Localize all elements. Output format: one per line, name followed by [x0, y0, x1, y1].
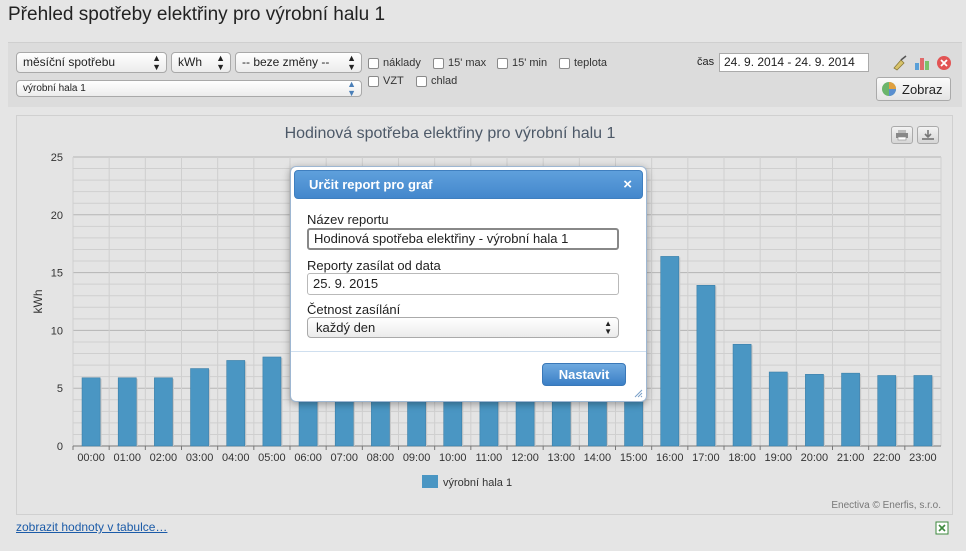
- legend-swatch: [422, 475, 438, 488]
- nastavit-button[interactable]: Nastavit: [542, 363, 626, 386]
- bar: [190, 368, 209, 447]
- y-tick-label: 20: [51, 210, 63, 222]
- x-tick-label: 07:00: [330, 452, 358, 464]
- bar: [696, 285, 716, 447]
- bar: [154, 377, 173, 447]
- x-tick-label: 09:00: [403, 452, 431, 464]
- frequency-select-value: každý den: [316, 320, 376, 335]
- show-table-link[interactable]: zobrazit hodnoty v tabulce…: [16, 520, 167, 534]
- x-tick-label: 04:00: [222, 452, 250, 464]
- report-name-label: Název reportu: [307, 212, 389, 227]
- bar: [732, 343, 752, 447]
- x-tick-label: 15:00: [620, 452, 648, 464]
- bar: [805, 374, 824, 447]
- report-name-input[interactable]: Hodinová spotřeba elektřiny - výrobní ha…: [307, 228, 619, 250]
- legend-label: výrobní hala 1: [443, 477, 512, 489]
- x-tick-label: 12:00: [511, 452, 539, 464]
- report-dialog: Určit report pro graf × Název reportu Ho…: [290, 166, 647, 402]
- x-tick-label: 03:00: [186, 452, 214, 464]
- y-axis-label: kWh: [31, 290, 45, 314]
- x-tick-label: 20:00: [801, 452, 829, 464]
- x-tick-label: 19:00: [764, 452, 792, 464]
- x-tick-label: 08:00: [367, 452, 395, 464]
- x-tick-label: 18:00: [728, 452, 756, 464]
- x-tick-label: 02:00: [150, 452, 178, 464]
- dialog-separator: [291, 351, 646, 352]
- bar: [877, 375, 897, 447]
- x-tick-label: 16:00: [656, 452, 684, 464]
- resize-grip-icon[interactable]: [633, 388, 643, 398]
- x-tick-label: 22:00: [873, 452, 901, 464]
- bar: [81, 377, 101, 447]
- y-tick-label: 10: [51, 325, 63, 337]
- x-tick-label: 10:00: [439, 452, 467, 464]
- close-icon[interactable]: ×: [623, 171, 632, 198]
- report-frequency-label: Četnost zasílání: [307, 302, 401, 317]
- bar: [226, 360, 246, 447]
- bar: [660, 256, 680, 447]
- bar: [768, 371, 788, 447]
- x-tick-label: 11:00: [476, 452, 503, 464]
- chart-credits: Enectiva © Enerfis, s.r.o.: [831, 500, 941, 511]
- x-tick-label: 23:00: [909, 452, 937, 464]
- y-tick-label: 0: [57, 441, 63, 453]
- y-tick-label: 25: [51, 152, 63, 164]
- x-tick-label: 13:00: [547, 452, 575, 464]
- bar: [262, 356, 282, 447]
- excel-export-icon[interactable]: [935, 521, 949, 535]
- x-tick-label: 01:00: [113, 452, 141, 464]
- x-tick-label: 00:00: [77, 452, 105, 464]
- select-arrows-icon: ▲ ▼: [604, 318, 612, 336]
- report-date-input[interactable]: 25. 9. 2015: [307, 273, 619, 295]
- bar: [117, 377, 137, 447]
- y-tick-label: 5: [57, 383, 63, 395]
- bar: [913, 375, 933, 447]
- x-tick-label: 17:00: [692, 452, 720, 464]
- report-date-label: Reporty zasílat od data: [307, 258, 441, 273]
- x-tick-label: 05:00: [258, 452, 286, 464]
- bar: [841, 372, 860, 447]
- x-tick-label: 06:00: [294, 452, 322, 464]
- dialog-title: Určit report pro graf: [309, 177, 433, 192]
- y-tick-label: 15: [51, 268, 63, 280]
- x-tick-label: 21:00: [837, 452, 865, 464]
- report-frequency-select[interactable]: každý den ▲ ▼: [307, 317, 619, 338]
- dialog-header: Určit report pro graf ×: [294, 170, 643, 199]
- x-tick-label: 14:00: [584, 452, 612, 464]
